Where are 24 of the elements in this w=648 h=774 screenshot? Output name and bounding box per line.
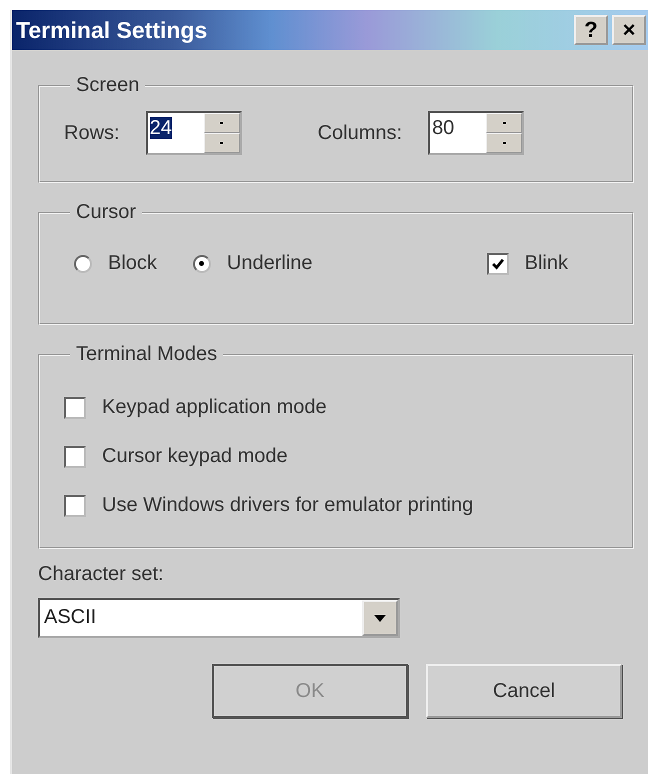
option-label: Block xyxy=(108,252,157,275)
option-label: Keypad application mode xyxy=(102,396,327,419)
option-label: Blink xyxy=(524,252,568,275)
checkbox[interactable] xyxy=(486,252,509,274)
group-title: Screen xyxy=(75,74,140,97)
option-label: Underline xyxy=(226,252,313,275)
field-label: Columns: xyxy=(318,122,402,144)
radio-button[interactable] xyxy=(192,254,211,272)
close-button[interactable]: × xyxy=(612,15,646,45)
checkbox[interactable] xyxy=(64,396,86,418)
option-label: Cursor keypad mode xyxy=(102,445,288,468)
checkbox[interactable] xyxy=(64,494,86,516)
checkbox[interactable] xyxy=(64,446,86,468)
field-label: Character set: xyxy=(38,563,165,586)
option-label: Use Windows drivers for emulator printing xyxy=(102,494,474,517)
character-set-dropdown[interactable]: ASCII xyxy=(38,598,400,638)
cancel-button[interactable]: Cancel xyxy=(426,664,622,718)
group-title: Cursor xyxy=(75,201,138,224)
help-button[interactable]: ? xyxy=(574,15,608,45)
radio-button[interactable] xyxy=(74,254,92,272)
window-title: Terminal Settings xyxy=(16,16,208,44)
group-title: Terminal Modes xyxy=(75,343,218,366)
field-label: Rows: xyxy=(64,122,120,144)
checkmark-icon xyxy=(490,256,505,270)
